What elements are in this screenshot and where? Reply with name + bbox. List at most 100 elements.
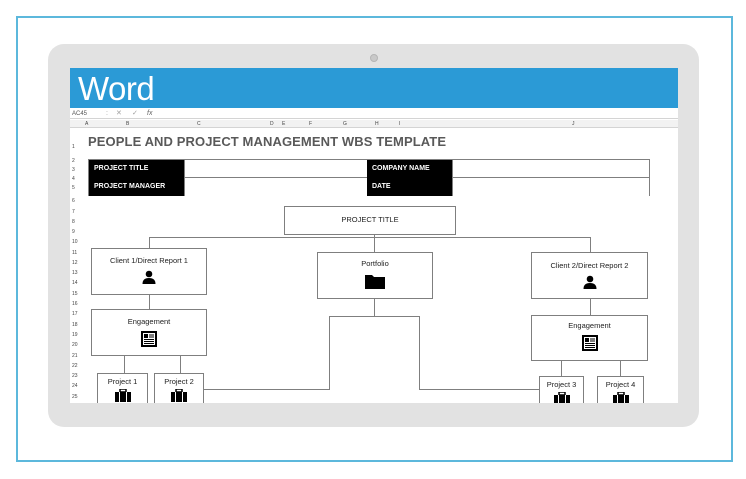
word-window: Word AC45 : ✕ ✓ fx A B C D E F G H I J 1… — [70, 68, 678, 403]
row-header[interactable]: 7 — [72, 209, 75, 215]
camera-icon — [370, 54, 378, 62]
cancel-icon[interactable]: ✕ — [116, 109, 122, 118]
connector-line — [561, 361, 562, 377]
column-header-b[interactable]: B — [126, 121, 129, 127]
connector-line — [124, 356, 125, 374]
row-header[interactable]: 16 — [72, 301, 78, 307]
connector-line — [149, 295, 150, 309]
project3-label: Project 3 — [546, 380, 577, 389]
engagement-right-label: Engagement — [568, 321, 611, 330]
briefcase-icon — [540, 392, 583, 403]
row-header[interactable]: 18 — [72, 322, 78, 328]
row-header[interactable]: 25 — [72, 394, 78, 400]
connector-line — [374, 299, 375, 317]
engagement-left-box[interactable]: Engagement — [91, 309, 207, 356]
project-title-label: PROJECT TITLE — [89, 160, 184, 178]
row-header[interactable]: 13 — [72, 270, 78, 276]
row-headers: 1 2 3 4 5 6 7 8 9 10 11 12 13 14 15 16 1… — [70, 128, 82, 403]
project1-label: Project 1 — [107, 377, 138, 386]
wbs-root-label: PROJECT TITLE — [341, 215, 399, 224]
column-header-g[interactable]: G — [343, 121, 347, 127]
row-header[interactable]: 1 — [72, 144, 75, 150]
briefcase-icon — [98, 389, 147, 402]
wbs-root-box[interactable]: PROJECT TITLE — [284, 206, 456, 235]
row-header[interactable]: 9 — [72, 229, 75, 235]
row-header[interactable]: 17 — [72, 311, 78, 317]
connector-line — [329, 316, 330, 390]
row-header[interactable]: 20 — [72, 342, 78, 348]
project-manager-field[interactable] — [184, 178, 367, 196]
engagement-right-box[interactable]: Engagement — [531, 315, 648, 361]
document-icon — [92, 330, 206, 348]
row-header[interactable]: 4 — [72, 176, 75, 182]
column-header-a[interactable]: A — [85, 121, 88, 127]
connector-line — [329, 316, 420, 317]
row-header[interactable]: 21 — [72, 353, 78, 359]
enter-icon[interactable]: ✓ — [132, 109, 138, 118]
connector-line — [590, 299, 591, 315]
project2-box[interactable]: Project 2 — [154, 373, 204, 403]
column-header-f[interactable]: F — [309, 121, 312, 127]
date-field[interactable] — [452, 178, 649, 196]
client1-label: Client 1/Direct Report 1 — [110, 256, 188, 265]
date-label: DATE — [367, 178, 452, 196]
row-header[interactable]: 3 — [72, 167, 75, 173]
project3-box[interactable]: Project 3 — [539, 376, 584, 403]
row-header[interactable]: 2 — [72, 158, 75, 164]
title-bar: Word — [70, 68, 678, 108]
portfolio-label: Portfolio — [361, 259, 389, 268]
row-header[interactable]: 23 — [72, 373, 78, 379]
connector-line — [203, 389, 330, 390]
project2-label: Project 2 — [164, 377, 194, 386]
column-header-i[interactable]: I — [399, 121, 400, 127]
row-header[interactable]: 10 — [72, 239, 78, 245]
connector-line — [419, 316, 420, 390]
row-header[interactable]: 6 — [72, 198, 75, 204]
connector-line — [180, 356, 181, 374]
document-icon — [532, 334, 647, 352]
sheet-title: PEOPLE AND PROJECT MANAGEMENT WBS TEMPLA… — [88, 134, 447, 149]
row-header[interactable]: 14 — [72, 280, 78, 286]
briefcase-icon — [598, 392, 643, 403]
company-name-label: COMPANY NAME — [367, 160, 452, 178]
person-icon — [92, 270, 206, 284]
function-icon[interactable]: fx — [147, 109, 152, 118]
name-box[interactable]: AC45 — [72, 110, 104, 118]
column-headers: A B C D E F G H I J — [70, 120, 678, 128]
connector-line — [419, 389, 540, 390]
app-name: Word — [78, 70, 155, 107]
connector-line — [590, 237, 591, 252]
company-name-field[interactable] — [452, 160, 649, 178]
client2-box[interactable]: Client 2/Direct Report 2 — [531, 252, 648, 299]
row-header[interactable]: 22 — [72, 363, 78, 369]
portfolio-box[interactable]: Portfolio — [317, 252, 433, 299]
project-info-table: PROJECT TITLE COMPANY NAME PROJECT MANAG… — [88, 159, 650, 196]
row-header[interactable]: 19 — [72, 332, 78, 338]
engagement-left-label: Engagement — [127, 317, 171, 326]
row-header[interactable]: 8 — [72, 219, 75, 225]
column-header-j[interactable]: J — [572, 121, 575, 127]
connector-line — [149, 237, 590, 238]
row-header[interactable]: 12 — [72, 260, 78, 266]
briefcase-icon — [155, 389, 203, 402]
column-header-e[interactable]: E — [282, 121, 285, 127]
column-header-d[interactable]: D — [270, 121, 274, 127]
client2-label: Client 2/Direct Report 2 — [550, 261, 629, 270]
row-header[interactable]: 15 — [72, 291, 78, 297]
client1-box[interactable]: Client 1/Direct Report 1 — [91, 248, 207, 295]
column-header-h[interactable]: H — [375, 121, 379, 127]
connector-line — [620, 361, 621, 377]
project-manager-label: PROJECT MANAGER — [89, 178, 184, 196]
row-header[interactable]: 11 — [72, 250, 77, 256]
column-header-c[interactable]: C — [197, 121, 201, 127]
folder-icon — [318, 274, 432, 289]
person-icon — [532, 275, 647, 289]
project1-box[interactable]: Project 1 — [97, 373, 148, 403]
project4-box[interactable]: Project 4 — [597, 376, 644, 403]
row-header[interactable]: 24 — [72, 383, 78, 389]
formula-bar-separator: : — [106, 110, 108, 117]
project4-label: Project 4 — [605, 380, 636, 389]
row-header[interactable]: 5 — [72, 185, 75, 191]
formula-bar: AC45 : ✕ ✓ fx — [70, 108, 678, 119]
project-title-field[interactable] — [184, 160, 367, 178]
